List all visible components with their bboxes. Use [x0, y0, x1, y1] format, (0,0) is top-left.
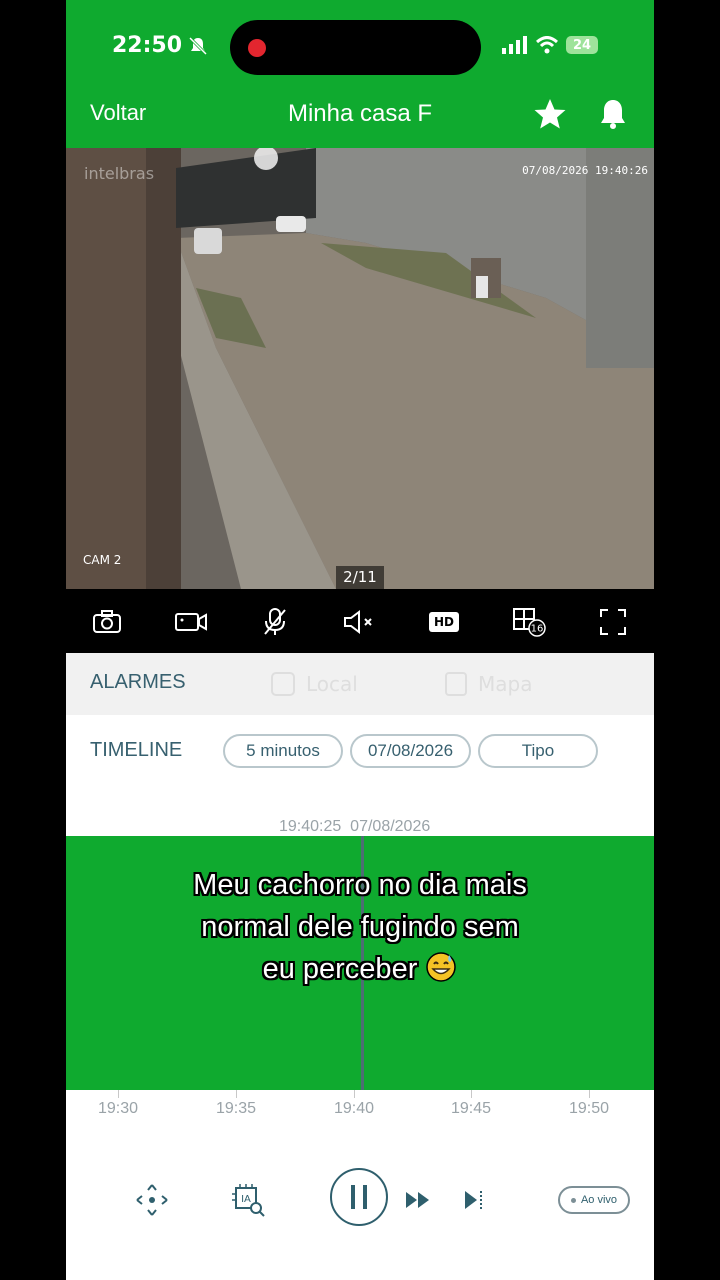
- microphone-button[interactable]: [258, 605, 292, 639]
- fast-forward-button[interactable]: [404, 1186, 432, 1214]
- microphone-muted-icon: [264, 608, 286, 635]
- timeline-header: TIMELINE 5 minutos 07/08/2026 Tipo: [66, 715, 654, 790]
- nav-bar: Voltar Minha casa F: [66, 96, 654, 148]
- fullscreen-button[interactable]: [596, 605, 630, 639]
- grid-count-badge: 16: [531, 624, 544, 635]
- tab-mapa-label: Mapa: [478, 672, 533, 696]
- cursor-date: 07/08/2026: [350, 818, 431, 835]
- sweat-smile-emoji-icon: [426, 952, 457, 982]
- tick-label: 19:50: [568, 1100, 610, 1117]
- tick-label: 19:35: [215, 1100, 257, 1117]
- snapshot-button[interactable]: [90, 605, 124, 639]
- camera-video-feed[interactable]: intelbras 07/08/2026 19:40:26 CAM 2 2/11: [66, 148, 654, 589]
- caption-line-3: eu perceber: [126, 948, 594, 990]
- next-frame-button[interactable]: [462, 1186, 490, 1214]
- map-icon: [445, 672, 467, 696]
- live-dot-icon: [570, 1197, 576, 1203]
- pin-icon: [271, 672, 295, 696]
- timeline-label: TIMELINE: [90, 739, 183, 761]
- type-filter[interactable]: Tipo: [478, 734, 598, 768]
- step-forward-icon: [465, 1191, 482, 1209]
- fast-forward-icon: [406, 1192, 429, 1208]
- timeline-cursor-timestamp: 19:40:25 07/08/2026: [279, 818, 430, 836]
- signal-icon: [502, 36, 527, 54]
- video-controls-bar: HD 16: [66, 589, 654, 653]
- speaker-button[interactable]: [342, 605, 376, 639]
- wifi-icon: [536, 36, 558, 54]
- camera-label: CAM 2: [83, 553, 122, 567]
- move-arrows-icon: [136, 1184, 168, 1216]
- cursor-time: 19:40:25: [279, 818, 342, 835]
- ptz-button[interactable]: [134, 1182, 170, 1218]
- camera-brand-watermark: intelbras: [84, 164, 155, 183]
- speaker-muted-icon: [344, 610, 372, 634]
- playback-bar: IA Ao vivo: [66, 1168, 654, 1230]
- svg-text:IA: IA: [241, 1194, 251, 1205]
- caption-line-1: Meu cachorro no dia mais: [193, 869, 527, 901]
- tick-label: 19:45: [450, 1100, 492, 1117]
- app-screen: 22:50 24 Voltar Minha casa F intelbras 0…: [66, 0, 654, 1280]
- video-record-icon: [175, 613, 207, 631]
- fullscreen-icon: [600, 609, 626, 635]
- tick-mark: [471, 1090, 472, 1098]
- tick-mark: [236, 1090, 237, 1098]
- tab-alarms[interactable]: ALARMES: [90, 671, 186, 694]
- tab-local[interactable]: Local: [270, 671, 358, 697]
- tick-mark: [354, 1090, 355, 1098]
- pause-button[interactable]: [330, 1168, 388, 1226]
- camera-scene: [66, 148, 654, 589]
- caption-line-2: normal dele fugindo sem: [201, 911, 519, 943]
- dynamic-island: [230, 20, 481, 75]
- silent-bell-icon: [188, 36, 208, 55]
- status-time: 22:50: [112, 33, 208, 58]
- battery-icon: 24: [566, 36, 598, 54]
- grid-layout-icon: 16: [513, 608, 546, 637]
- video-timestamp: 07/08/2026 19:40:26: [522, 164, 648, 177]
- clock: 22:50: [112, 33, 183, 58]
- tick-mark: [589, 1090, 590, 1098]
- tick-label: 19:40: [333, 1100, 375, 1117]
- tab-mapa[interactable]: Mapa: [444, 671, 532, 697]
- tick-mark: [118, 1090, 119, 1098]
- tab-local-label: Local: [306, 672, 358, 696]
- ai-search-button[interactable]: IA: [230, 1182, 266, 1218]
- live-label: Ao vivo: [580, 1194, 618, 1206]
- grid-layout-button[interactable]: 16: [512, 605, 546, 639]
- timeline-axis: 19:30 19:35 19:40 19:45 19:50: [66, 1090, 654, 1130]
- favorite-star-icon[interactable]: [532, 96, 568, 132]
- status-bar: 22:50 24: [66, 0, 654, 96]
- hd-label: HD: [428, 612, 459, 632]
- date-select[interactable]: 07/08/2026: [350, 734, 471, 768]
- interval-select[interactable]: 5 minutos: [223, 734, 343, 768]
- pause-icon: [351, 1185, 367, 1209]
- hd-toggle-button[interactable]: HD: [427, 605, 461, 639]
- camera-page-indicator: 2/11: [336, 566, 384, 589]
- tabs-row: ALARMES Local Mapa: [66, 653, 654, 715]
- camera-icon: [93, 610, 121, 633]
- notification-bell-icon[interactable]: [599, 98, 627, 130]
- ai-chip-search-icon: IA: [232, 1184, 265, 1217]
- record-button[interactable]: [174, 605, 208, 639]
- system-icons: 24: [502, 36, 598, 54]
- recording-dot-icon: [248, 39, 266, 57]
- video-caption-overlay: Meu cachorro no dia mais normal dele fug…: [126, 864, 594, 990]
- caption-line-3-text: eu perceber: [262, 953, 418, 985]
- tick-label: 19:30: [97, 1100, 139, 1117]
- live-button[interactable]: Ao vivo: [558, 1186, 630, 1214]
